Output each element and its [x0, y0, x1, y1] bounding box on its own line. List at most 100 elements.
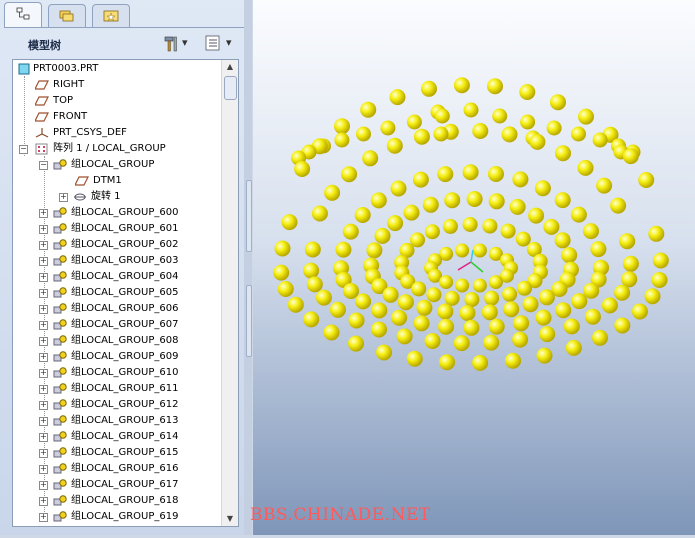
collapse-toggle[interactable]: − [39, 161, 48, 170]
sphere [534, 180, 551, 197]
expand-toggle[interactable]: + [39, 241, 48, 250]
pattern-icon [35, 143, 48, 155]
expand-toggle[interactable]: + [39, 321, 48, 330]
scroll-down-arrow-icon[interactable]: ▼ [222, 512, 238, 526]
expand-toggle[interactable]: + [39, 289, 48, 298]
group-icon [53, 303, 67, 314]
sphere [622, 255, 639, 272]
sphere [382, 286, 399, 303]
expand-toggle[interactable]: + [39, 513, 48, 522]
model-tree[interactable]: PRT0003.PRT RIGHT TOP FRONT PRT_CSYS_DEF… [12, 59, 239, 527]
group-icon [53, 159, 67, 170]
sphere [481, 304, 498, 321]
list-settings-icon [205, 35, 220, 51]
expand-toggle[interactable]: + [39, 401, 48, 410]
sphere [341, 166, 358, 183]
tree-item-label: 组LOCAL_GROUP_607 [71, 319, 179, 330]
sphere [492, 108, 508, 124]
scroll-thumb[interactable] [224, 76, 237, 100]
sphere [561, 247, 578, 264]
tab-model-tree[interactable] [4, 2, 42, 28]
tools-dropdown-button[interactable]: ▾ [162, 34, 188, 52]
sphere [356, 126, 371, 142]
tree-item-label: 组LOCAL_GROUP_619 [71, 511, 179, 522]
sphere [622, 148, 639, 165]
expand-toggle[interactable]: + [39, 257, 48, 266]
sphere [406, 114, 422, 130]
sphere [273, 264, 290, 281]
sphere [453, 77, 470, 94]
sphere [439, 354, 455, 371]
tree-item-label: DTM1 [93, 175, 122, 186]
sphere [343, 283, 359, 299]
tree-item-label: 组LOCAL_GROUP_611 [71, 383, 179, 394]
sphere [315, 289, 332, 306]
expand-toggle[interactable]: + [39, 273, 48, 282]
datum-plane-icon [35, 80, 49, 90]
graphics-viewport[interactable] [253, 0, 695, 535]
sphere [324, 184, 341, 201]
tab-layers[interactable] [48, 4, 86, 27]
sphere [592, 132, 608, 148]
sphere [334, 132, 350, 148]
splitter-grip[interactable] [246, 180, 252, 252]
sphere [294, 161, 311, 177]
sphere [488, 193, 505, 210]
sphere [488, 275, 503, 290]
sphere [371, 302, 388, 319]
expand-toggle[interactable]: + [39, 353, 48, 362]
group-icon [53, 495, 67, 506]
sphere [439, 275, 454, 290]
expand-toggle[interactable]: + [39, 433, 48, 442]
sphere [512, 171, 529, 188]
tree-scrollbar[interactable]: ▲ ▼ [221, 60, 238, 526]
sphere [519, 84, 536, 100]
sphere [571, 126, 586, 142]
scroll-up-arrow-icon[interactable]: ▲ [222, 60, 238, 74]
expand-toggle[interactable]: + [39, 337, 48, 346]
panel-splitter[interactable] [244, 0, 252, 535]
sphere [484, 290, 500, 306]
expand-toggle[interactable]: + [39, 225, 48, 234]
sphere [483, 334, 500, 351]
tree-item-label: 组LOCAL_GROUP_605 [71, 287, 179, 298]
sphere [565, 339, 582, 356]
collapse-toggle[interactable]: − [19, 145, 28, 154]
sphere [360, 101, 377, 118]
expand-toggle[interactable]: + [39, 305, 48, 314]
expand-toggle[interactable]: + [39, 209, 48, 218]
sphere [614, 284, 631, 301]
sphere [592, 329, 608, 346]
expand-toggle[interactable]: + [39, 481, 48, 490]
expand-toggle[interactable]: + [39, 417, 48, 426]
sphere [355, 293, 372, 310]
expand-toggle[interactable]: + [39, 369, 48, 378]
sphere [651, 272, 668, 288]
expand-toggle[interactable]: + [39, 385, 48, 394]
sphere [539, 326, 556, 343]
tab-favorites[interactable] [92, 4, 130, 27]
sphere [472, 354, 489, 371]
model-3d-view[interactable] [253, 0, 695, 535]
expand-toggle[interactable]: + [39, 465, 48, 474]
group-icon [53, 383, 67, 394]
splitter-grip[interactable] [246, 285, 252, 357]
expand-toggle[interactable]: + [39, 449, 48, 458]
sphere [455, 243, 470, 258]
sphere [348, 312, 365, 329]
sphere [463, 319, 480, 336]
expand-toggle[interactable]: + [59, 193, 68, 202]
tree-item-label: 组LOCAL_GROUP_613 [71, 415, 179, 426]
sphere [515, 231, 531, 247]
sphere [334, 118, 350, 135]
expand-toggle[interactable]: + [39, 497, 48, 506]
group-icon [53, 479, 67, 490]
settings-dropdown-button[interactable]: ▾ [204, 34, 232, 52]
group-icon [53, 271, 67, 282]
datum-plane-icon [35, 112, 49, 122]
sphere [464, 292, 480, 307]
sphere [453, 335, 470, 352]
sphere [578, 108, 594, 125]
sphere [459, 305, 476, 321]
sphere [371, 321, 387, 338]
